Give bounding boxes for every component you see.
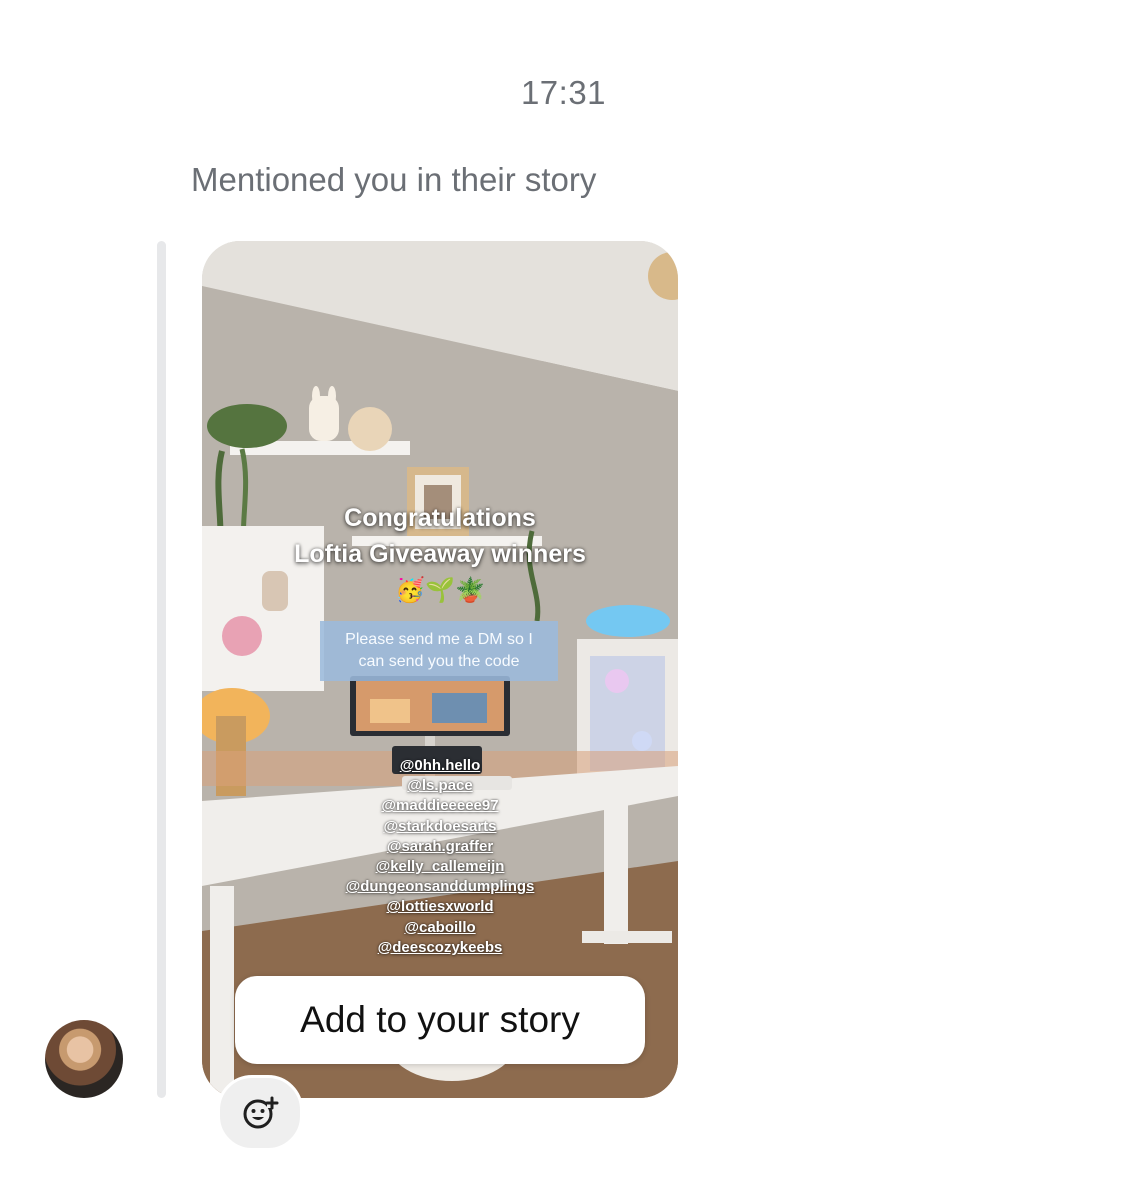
mention-tag[interactable]: @sarah.graffer [202, 838, 678, 858]
dm-note-sticker: Please send me a DM so I can send you th… [320, 621, 558, 681]
story-reply-bar [157, 241, 166, 1098]
story-preview[interactable]: Congratulations Loftia Giveaway winners … [202, 241, 678, 1098]
mention-tag[interactable]: @ls.pace [202, 777, 678, 797]
mention-tag[interactable]: @caboillo [202, 919, 678, 939]
mention-tag[interactable]: @kelly_callemeijn [202, 858, 678, 878]
mention-tag[interactable]: @0hh.hello [202, 757, 678, 777]
avatar[interactable] [45, 1020, 123, 1098]
mention-list: @0hh.hello @ls.pace @maddieeeee97 @stark… [202, 757, 678, 959]
message-timestamp: 17:31 [520, 74, 607, 111]
dm-note-line: can send you the code [358, 653, 520, 670]
story-title: Congratulations [344, 504, 536, 532]
mention-tag[interactable]: @deescozykeebs [202, 939, 678, 959]
mention-tag[interactable]: @maddieeeee97 [202, 797, 678, 817]
mention-tag[interactable]: @starkdoesarts [202, 818, 678, 838]
add-to-story-button[interactable]: Add to your story [235, 976, 645, 1064]
story-subtitle: Loftia Giveaway winners [294, 540, 586, 568]
story-mention-label: Mentioned you in their story [191, 161, 597, 198]
mention-tag[interactable]: @lottiesxworld [202, 898, 678, 918]
mention-tag[interactable]: @dungeonsanddumplings [202, 878, 678, 898]
story-emojis: 🥳🌱🪴 [395, 577, 485, 604]
add-reaction-icon [243, 1096, 279, 1129]
dm-note-line: Please send me a DM so I [345, 631, 533, 648]
add-reaction-button[interactable] [217, 1075, 303, 1151]
